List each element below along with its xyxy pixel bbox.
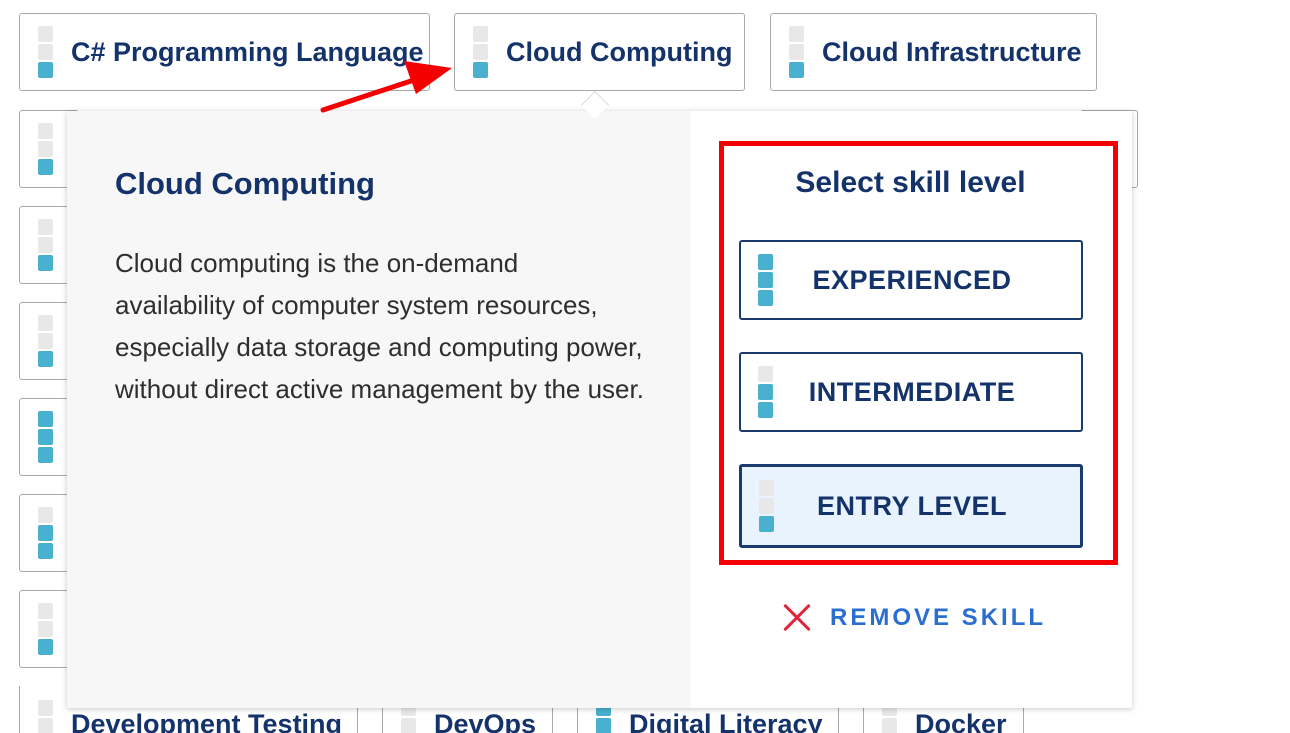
skill-level-meter-icon xyxy=(38,26,53,78)
skill-level-meter-icon xyxy=(38,699,53,733)
level-button-label: EXPERIENCED xyxy=(812,264,1012,295)
popover-description: Cloud computing is the on-demand availab… xyxy=(115,248,644,404)
skill-chip-label: Docker xyxy=(915,709,1007,733)
skill-chip-csharp[interactable]: C# Programming Language xyxy=(19,13,430,91)
remove-skill-button[interactable]: REMOVE SKILL xyxy=(782,603,1046,633)
skill-level-meter-icon xyxy=(759,480,774,532)
level-button-entry-level[interactable]: ENTRY LEVEL xyxy=(739,464,1083,548)
skill-chip-label: DevOps xyxy=(434,709,537,733)
level-button-experienced[interactable]: EXPERIENCED xyxy=(739,240,1083,320)
skill-chip-cloud-infrastructure[interactable]: Cloud Infrastructure xyxy=(770,13,1097,91)
skill-level-meter-icon xyxy=(758,366,773,418)
level-button-intermediate[interactable]: INTERMEDIATE xyxy=(739,352,1083,432)
skill-level-meter-icon xyxy=(789,26,804,78)
skill-level-meter-icon xyxy=(473,26,488,78)
skill-chip-label: C# Programming Language xyxy=(71,36,424,67)
popover-title: Cloud Computing xyxy=(115,166,375,201)
skill-level-meter-icon xyxy=(38,219,53,271)
skill-chip-cloud-computing[interactable]: Cloud Computing xyxy=(454,13,745,91)
skill-level-meter-icon xyxy=(38,507,53,559)
level-button-label: ENTRY LEVEL xyxy=(816,490,1008,521)
remove-skill-label: REMOVE SKILL xyxy=(830,604,1047,631)
skill-chip-label: Cloud Infrastructure xyxy=(822,36,1082,67)
level-button-label: INTERMEDIATE xyxy=(808,376,1016,407)
close-icon xyxy=(782,603,812,633)
skill-level-meter-icon xyxy=(758,254,773,306)
skill-chip-label: Development Testing xyxy=(71,709,343,733)
skill-level-meter-icon xyxy=(38,315,53,367)
skill-level-meter-icon xyxy=(38,411,53,463)
skill-chip-label: Cloud Computing xyxy=(506,36,733,67)
select-skill-level-heading: Select skill level xyxy=(795,166,1026,199)
skill-level-meter-icon xyxy=(38,123,53,175)
skill-chip-label: Digital Literacy xyxy=(629,709,823,733)
skill-level-meter-icon xyxy=(38,603,53,655)
